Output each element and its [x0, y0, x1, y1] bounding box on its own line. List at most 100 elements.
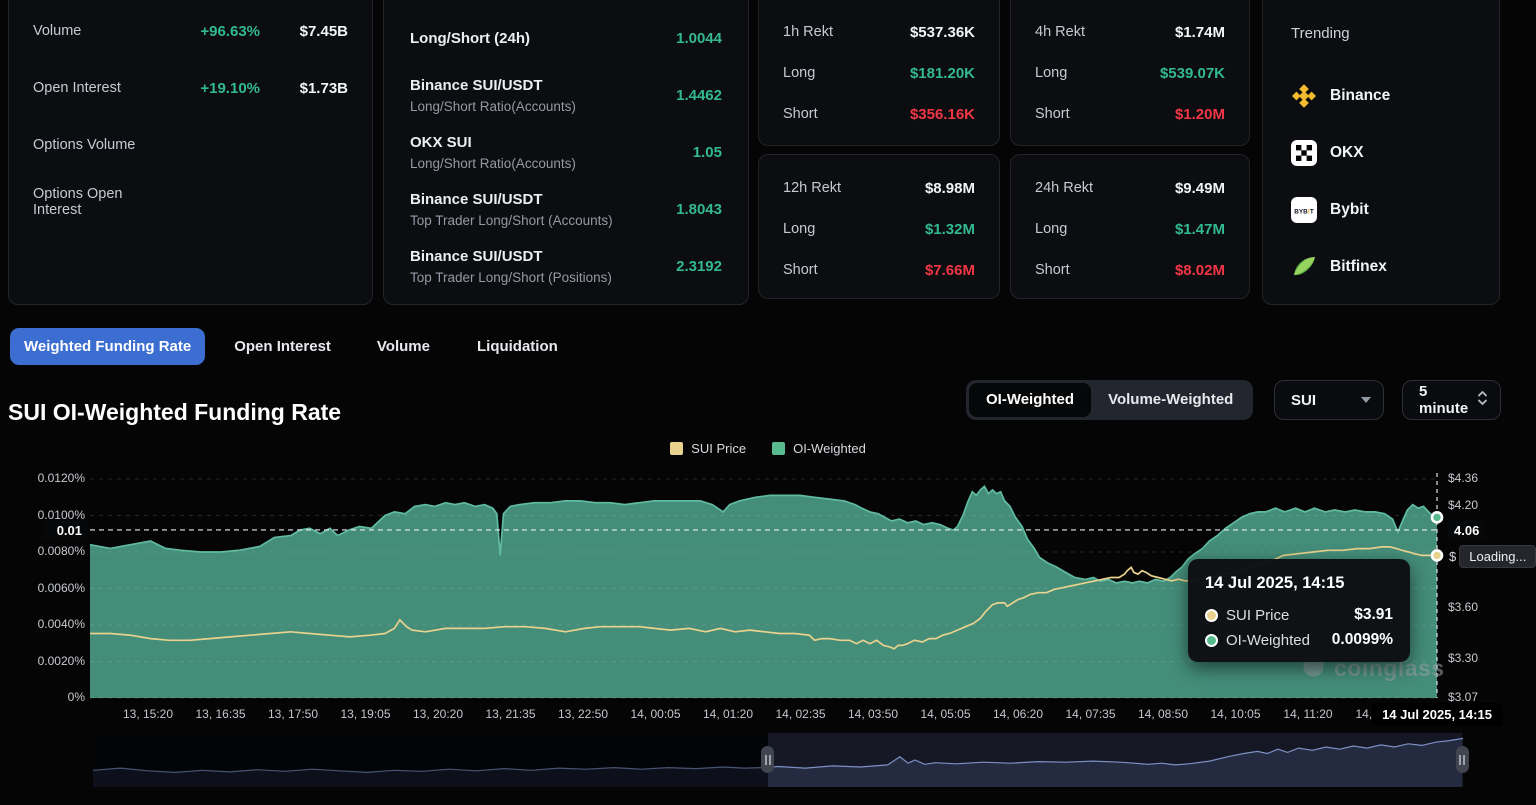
rekt-long-label: Long	[783, 65, 910, 81]
navigator-selected-region[interactable]	[768, 733, 1462, 787]
okx-logo-icon	[1291, 140, 1317, 166]
x-axis-tick: 14, 10:05	[1210, 707, 1260, 721]
ratio-row: Binance SUI/USDT Top Trader Long/Short (…	[410, 244, 722, 288]
chevron-down-icon	[1361, 397, 1371, 403]
oi-weighted-dot-icon	[1205, 634, 1218, 647]
chart-range-navigator[interactable]	[93, 733, 1463, 787]
tab-volume[interactable]: Volume	[377, 338, 430, 355]
legend-item-sui-price[interactable]: SUI Price	[670, 441, 746, 456]
stat-label: Options Open Interest	[33, 186, 165, 218]
tab-weighted-funding-rate[interactable]: Weighted Funding Rate	[10, 328, 205, 365]
tooltip-row-oi-weighted: OI-Weighted 0.0099%	[1205, 631, 1393, 649]
rekt-short-value: $356.16K	[910, 106, 975, 123]
ratio-title: Binance SUI/USDT	[410, 248, 676, 265]
tooltip-label: SUI Price	[1226, 607, 1289, 624]
rekt-total: $8.98M	[925, 180, 975, 197]
ratio-row: Binance SUI/USDT Long/Short Ratio(Accoun…	[410, 73, 722, 117]
navigator-unselected-region	[93, 733, 768, 787]
crosshair-right-value-badge: 4.06	[1447, 520, 1486, 541]
bitfinex-logo-icon	[1291, 254, 1317, 280]
y-right-tick: $3.30	[1448, 651, 1528, 665]
ratio-subtitle: Top Trader Long/Short (Positions)	[410, 270, 676, 285]
ratio-title: Binance SUI/USDT	[410, 77, 676, 94]
x-axis-tick: 14, 00:05	[630, 707, 680, 721]
ratio-row: OKX SUI Long/Short Ratio(Accounts) 1.05	[410, 130, 722, 174]
rekt-title: 12h Rekt	[783, 180, 925, 196]
tooltip-value: 0.0099%	[1332, 631, 1393, 649]
ratio-subtitle: Long/Short Ratio(Accounts)	[410, 99, 676, 114]
chevron-up-down-icon	[1477, 389, 1488, 412]
tooltip-date: 14 Jul 2025, 14:15	[1205, 574, 1393, 593]
stat-value: $1.73B	[260, 80, 348, 97]
rekt-total: $537.36K	[910, 24, 975, 41]
x-axis-tick: 13, 21:35	[485, 707, 535, 721]
stat-change: +19.10%	[165, 80, 260, 97]
navigator-right-handle[interactable]	[1456, 746, 1469, 773]
navigator-left-handle[interactable]	[761, 746, 774, 773]
sui-price-swatch-icon	[670, 442, 683, 455]
x-axis-tick: 13, 20:20	[413, 707, 463, 721]
volume-weighted-option[interactable]: Volume-Weighted	[1091, 383, 1250, 417]
x-axis-tick: 13, 15:20	[123, 707, 173, 721]
sui-price-dot-icon	[1205, 609, 1218, 622]
chart-tabs: Weighted Funding Rate Open Interest Volu…	[10, 328, 558, 365]
stat-label: Options Volume	[33, 137, 165, 153]
stat-row-options-volume: Options Volume	[33, 133, 348, 157]
loading-indicator: $ Loading...	[1449, 545, 1536, 568]
stat-row-options-open-interest: Options Open Interest	[33, 190, 348, 214]
ratio-value: 2.3192	[676, 258, 722, 275]
interval-select-value: 5 minute	[1419, 383, 1477, 417]
rekt-short-value: $1.20M	[1175, 106, 1225, 123]
legend-item-oi-weighted[interactable]: OI-Weighted	[772, 441, 866, 456]
ratio-title: Long/Short (24h)	[410, 30, 676, 47]
rekt-total: $1.74M	[1175, 24, 1225, 41]
rekt-long-label: Long	[1035, 221, 1175, 237]
x-axis-tick: 14, 08:50	[1138, 707, 1188, 721]
svg-text:BYB!T: BYB!T	[1294, 209, 1314, 216]
trending-item-binance[interactable]: Binance	[1291, 82, 1471, 110]
interval-select[interactable]: 5 minute	[1402, 380, 1501, 420]
crosshair-left-value-badge: 0.01	[42, 520, 89, 541]
x-axis-tick: 14, 01:20	[703, 707, 753, 721]
rekt-long-value: $539.07K	[1160, 65, 1225, 82]
ratio-value: 1.8043	[676, 201, 722, 218]
coinglass-dashboard: Volume +96.63% $7.45B Open Interest +19.…	[0, 0, 1536, 805]
legend-label: OI-Weighted	[793, 441, 866, 456]
tab-liquidation[interactable]: Liquidation	[477, 338, 558, 355]
rekt-card-1h: 1h Rekt$537.36K Long$181.20K Short$356.1…	[758, 0, 1000, 146]
y-left-tick: 0.0080%	[6, 544, 85, 558]
rekt-long-value: $181.20K	[910, 65, 975, 82]
ratio-subtitle: Top Trader Long/Short (Accounts)	[410, 213, 676, 228]
chart-legend: SUI Price OI-Weighted	[0, 441, 1536, 456]
ratio-row: Binance SUI/USDT Top Trader Long/Short (…	[410, 187, 722, 231]
trending-item-okx[interactable]: OKX	[1291, 139, 1471, 167]
trending-item-bitfinex[interactable]: Bitfinex	[1291, 253, 1471, 281]
rekt-long-value: $1.32M	[925, 221, 975, 238]
y-left-tick: 0.0060%	[6, 581, 85, 595]
trending-name: Bitfinex	[1330, 258, 1387, 276]
tooltip-value: $3.91	[1354, 606, 1393, 624]
trending-name: Binance	[1330, 87, 1390, 105]
tab-open-interest[interactable]: Open Interest	[234, 338, 331, 355]
rekt-long-label: Long	[1035, 65, 1160, 81]
oi-weighted-option[interactable]: OI-Weighted	[969, 383, 1091, 417]
stat-label: Volume	[33, 23, 165, 39]
x-axis-tick: 14, 05:05	[920, 707, 970, 721]
symbol-select-value: SUI	[1291, 392, 1316, 409]
rekt-card-24h: 24h Rekt$9.49M Long$1.47M Short$8.02M	[1010, 154, 1250, 299]
long-short-ratio-panel: Long/Short (24h) 1.0044 Binance SUI/USDT…	[383, 0, 749, 305]
rekt-total: $9.49M	[1175, 180, 1225, 197]
y-left-tick: 0.0040%	[6, 617, 85, 631]
trending-item-bybit[interactable]: BYB!T Bybit	[1291, 196, 1471, 224]
tooltip-row-sui-price: SUI Price $3.91	[1205, 606, 1393, 624]
loading-badge: Loading...	[1459, 545, 1536, 568]
trending-name: Bybit	[1330, 201, 1369, 219]
x-axis-tick: 13, 17:50	[268, 707, 318, 721]
x-axis-tick: 14, 06:20	[993, 707, 1043, 721]
y-right-tick: $4.36	[1448, 471, 1528, 485]
x-axis-tick: 13, 16:35	[195, 707, 245, 721]
rekt-title: 4h Rekt	[1035, 24, 1175, 40]
y-right-tick: $3.07	[1448, 690, 1528, 704]
symbol-select[interactable]: SUI	[1274, 380, 1384, 420]
x-axis-tick: 14, 11:20	[1283, 707, 1332, 721]
